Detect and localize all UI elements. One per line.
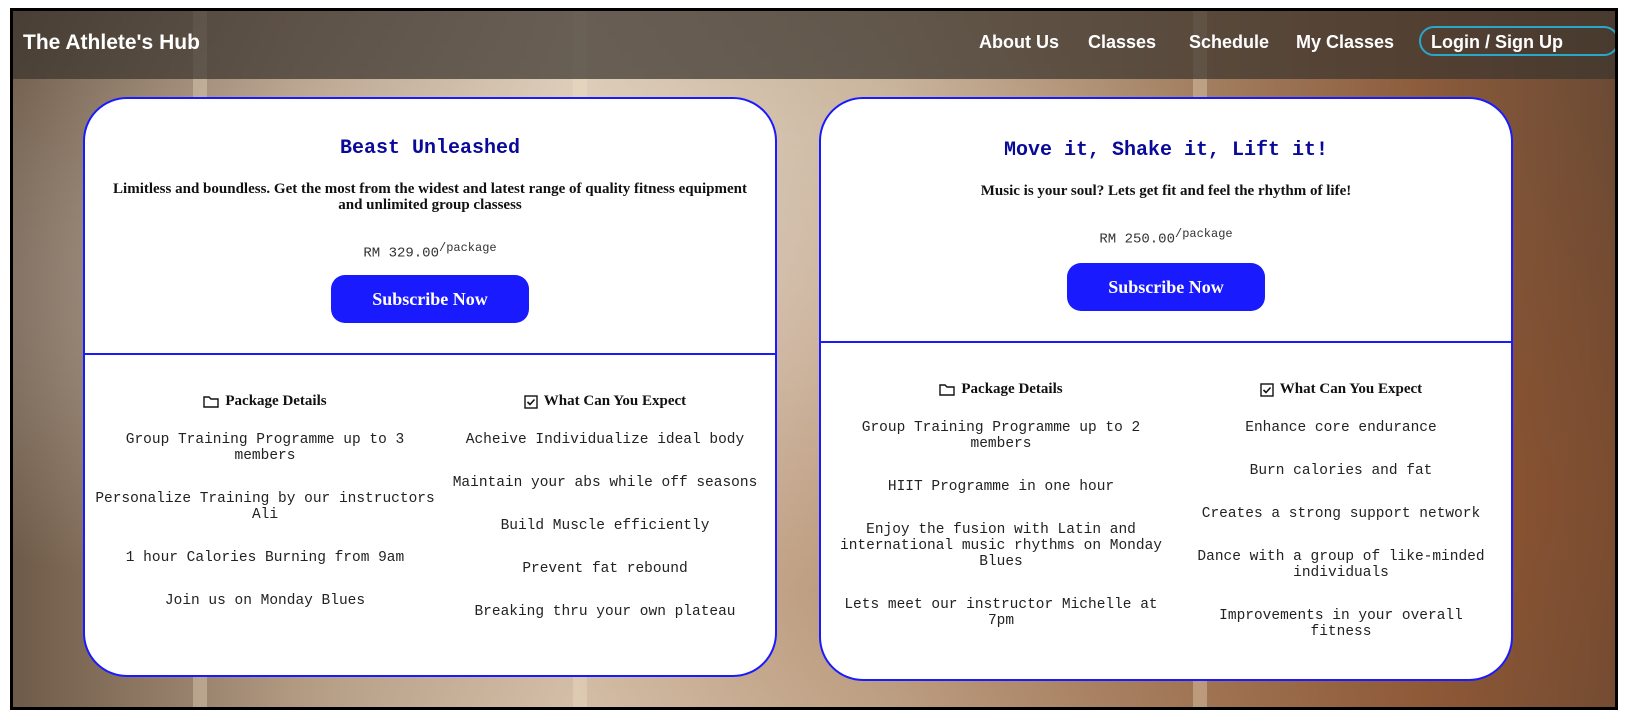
page-frame: The Athlete's Hub About Us Classes Sched… (10, 8, 1618, 710)
package-details-heading: Package Details (95, 393, 435, 410)
list-item: Prevent fat rebound (522, 561, 688, 577)
card-header: Move it, Shake it, Lift it! Music is you… (821, 99, 1511, 343)
what-can-you-expect-heading: What Can You Expect (445, 393, 765, 410)
package-price: RM 329.00/package (85, 241, 775, 262)
nav-classes[interactable]: Classes (1088, 32, 1156, 53)
folder-icon (203, 396, 220, 408)
nav-about-us[interactable]: About Us (979, 32, 1059, 53)
list-item: 1 hour Calories Burning from 9am (125, 550, 405, 566)
price-value: RM 329.00 (363, 245, 439, 262)
list-item: Group Training Programme up to 2 members (861, 420, 1141, 452)
list-item: Enjoy the fusion with Latin and internat… (840, 522, 1162, 570)
nav-my-classes[interactable]: My Classes (1296, 32, 1394, 53)
list-item: Creates a strong support network (1201, 506, 1481, 522)
list-item: Acheive Individualize ideal body (465, 432, 745, 448)
list-item: Breaking thru your own plateau (474, 604, 736, 620)
price-unit: /package (1175, 227, 1233, 241)
package-description: Music is your soul? Lets get fit and fee… (980, 183, 1352, 199)
what-can-you-expect-column: What Can You Expect Acheive Individualiz… (445, 393, 765, 647)
list-item: Maintain your abs while off seasons (452, 475, 758, 491)
what-can-you-expect-label: What Can You Expect (543, 393, 687, 409)
list-item: Build Muscle efficiently (500, 518, 710, 534)
card-header: Beast Unleashed Limitless and boundless.… (85, 99, 775, 355)
package-card-beast-unleashed: Beast Unleashed Limitless and boundless.… (83, 97, 777, 677)
price-value: RM 250.00 (1099, 231, 1175, 248)
folder-icon (939, 384, 956, 396)
list-item: HIIT Programme in one hour (887, 479, 1115, 495)
nav-schedule[interactable]: Schedule (1189, 32, 1269, 53)
list-item: Improvements in your overall fitness (1219, 608, 1463, 640)
subscribe-button[interactable]: Subscribe Now (1067, 263, 1265, 311)
price-unit: /package (439, 241, 497, 255)
package-title: Beast Unleashed (339, 137, 521, 160)
what-can-you-expect-column: What Can You Expect Enhance core enduran… (1191, 381, 1491, 667)
list-item: Personalize Training by our instructors … (95, 491, 435, 523)
package-details-label: Package Details (225, 393, 327, 409)
what-can-you-expect-heading: What Can You Expect (1191, 381, 1491, 398)
navbar: The Athlete's Hub About Us Classes Sched… (13, 11, 1615, 79)
package-description: Limitless and boundless. Get the most fr… (113, 181, 747, 213)
package-details-heading: Package Details (831, 381, 1171, 398)
list-item: Lets meet our instructor Michelle at 7pm (844, 597, 1158, 629)
list-item: Enhance core endurance (1245, 420, 1437, 436)
package-price: RM 250.00/package (821, 227, 1511, 248)
list-item: Join us on Monday Blues (164, 593, 366, 609)
login-signup-button[interactable]: Login / Sign Up (1419, 26, 1615, 56)
checkbox-icon (1260, 382, 1274, 397)
list-item: Group Training Programme up to 3 members (125, 432, 405, 464)
checkbox-icon (524, 394, 538, 409)
subscribe-button[interactable]: Subscribe Now (331, 275, 529, 323)
package-card-move-it: Move it, Shake it, Lift it! Music is you… (819, 97, 1513, 681)
brand-logo[interactable]: The Athlete's Hub (23, 31, 200, 55)
package-title: Move it, Shake it, Lift it! (1003, 139, 1329, 162)
list-item: Burn calories and fat (1249, 463, 1433, 479)
package-details-column: Package Details Group Training Programme… (95, 393, 435, 636)
package-details-column: Package Details Group Training Programme… (831, 381, 1171, 656)
package-details-label: Package Details (961, 381, 1063, 397)
what-can-you-expect-label: What Can You Expect (1279, 381, 1423, 397)
list-item: Dance with a group of like-minded indivi… (1197, 549, 1485, 581)
